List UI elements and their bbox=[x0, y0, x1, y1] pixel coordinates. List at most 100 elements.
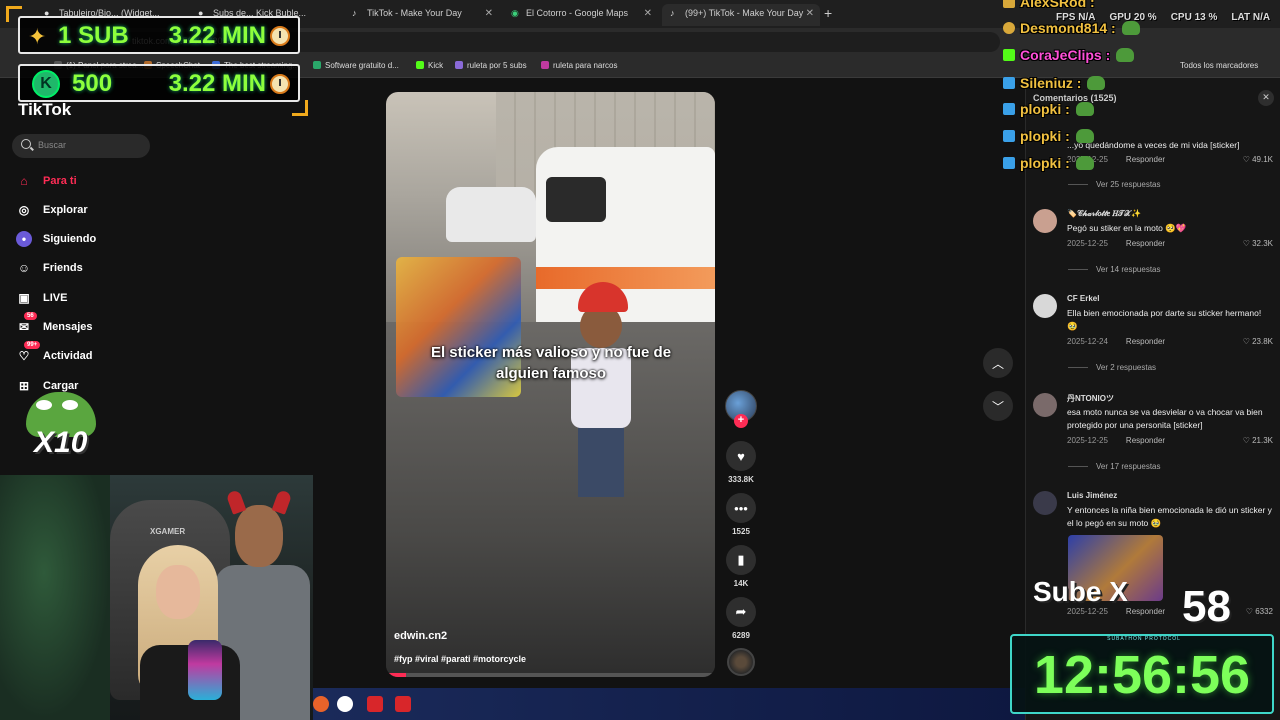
close-tab-icon[interactable]: ✕ bbox=[644, 8, 652, 19]
nav-actividad[interactable]: ♡ 99+ Actividad bbox=[16, 341, 93, 366]
video-girl bbox=[556, 282, 646, 512]
bookmark[interactable]: Software gratuito d... bbox=[313, 61, 399, 70]
taskbar-app-icon[interactable] bbox=[313, 696, 329, 712]
comment-like[interactable]: ♡ 49.1K bbox=[1243, 155, 1273, 164]
nav-explorar[interactable]: ◎ Explorar bbox=[16, 200, 88, 220]
maps-favicon-icon: ◉ bbox=[511, 8, 519, 18]
search-icon bbox=[21, 139, 31, 149]
view-replies[interactable]: Ver 14 respuestas bbox=[1068, 265, 1160, 274]
chat-message: plopki : bbox=[1003, 101, 1094, 117]
clock-icon bbox=[270, 26, 290, 46]
comment-author[interactable]: CF Erkel bbox=[1067, 294, 1099, 303]
chat-badge-icon bbox=[1003, 77, 1015, 89]
nav-siguiendo[interactable]: • Siguiendo bbox=[16, 229, 96, 249]
view-replies[interactable]: Ver 25 respuestas bbox=[1068, 180, 1160, 189]
comment-item: 丹NTONIOツ esa moto nunca se va desvielar … bbox=[1033, 393, 1273, 463]
reply-button[interactable]: Responder bbox=[1126, 337, 1165, 346]
taskbar bbox=[313, 688, 1025, 720]
reply-button[interactable]: Responder bbox=[1126, 239, 1165, 248]
comment-avatar[interactable] bbox=[1033, 209, 1057, 233]
comment-action[interactable]: ••• 1525 bbox=[724, 493, 758, 536]
overlay-corner-decoration bbox=[292, 100, 308, 116]
close-icon[interactable]: ✕ bbox=[1258, 90, 1274, 106]
browser-tab[interactable]: ◉ El Cotorro - Google Maps ✕ bbox=[503, 4, 658, 26]
bookmark-favicon-icon bbox=[455, 61, 463, 69]
reply-button[interactable]: Responder bbox=[1126, 155, 1165, 164]
bookmark[interactable]: ruleta para narcos bbox=[541, 61, 617, 70]
close-tab-icon[interactable]: ✕ bbox=[806, 8, 814, 19]
comment-avatar[interactable] bbox=[1033, 294, 1057, 318]
browser-tab[interactable]: ♪ TikTok - Make Your Day ✕ bbox=[344, 4, 499, 26]
chat-badge-icon bbox=[1003, 103, 1015, 115]
activity-icon: ♡ 99+ bbox=[16, 341, 41, 364]
browser-tab-active[interactable]: ♪ (99+) TikTok - Make Your Day ✕ bbox=[662, 4, 820, 26]
bookmark-icon: ▮ bbox=[726, 545, 756, 575]
view-replies[interactable]: Ver 2 respuestas bbox=[1068, 363, 1156, 372]
chat-badge-icon bbox=[1003, 130, 1015, 142]
nav-para-ti[interactable]: ⌂ Para ti bbox=[16, 171, 76, 191]
tiktok-favicon-icon: ♪ bbox=[670, 8, 675, 18]
chat-message: plopki : bbox=[1003, 155, 1094, 171]
video-player[interactable]: El sticker más valioso y no fue de algui… bbox=[386, 92, 715, 677]
timer-label: SUBATHON PROTOCOL bbox=[1107, 636, 1181, 642]
chat-message: CoraJeClips : bbox=[1003, 47, 1135, 63]
compass-icon: ◎ bbox=[18, 203, 30, 217]
new-tab-icon[interactable]: + bbox=[824, 5, 832, 21]
activity-badge: 99+ bbox=[24, 341, 41, 349]
comment-like[interactable]: ♡ 6332 bbox=[1246, 607, 1273, 616]
sube-value: 58 bbox=[1182, 582, 1231, 631]
share-action[interactable]: ➦ 6289 bbox=[724, 597, 758, 640]
comment-author[interactable]: 🏷️𝒞𝒽𝒶𝓇𝓁𝑜𝓉𝓉𝑒 𝐻𝒯𝒳✨ bbox=[1067, 209, 1141, 219]
comment-author[interactable]: Luis Jiménez bbox=[1067, 491, 1117, 500]
comment-like[interactable]: ♡ 21.3K bbox=[1243, 436, 1273, 445]
nav-mensajes[interactable]: ✉ 56 Mensajes bbox=[16, 312, 93, 337]
bookmark-favicon-icon bbox=[313, 61, 321, 69]
chat-message: AlexSRod : bbox=[1003, 0, 1095, 10]
nav-friends[interactable]: ☺ Friends bbox=[16, 258, 83, 278]
music-disc-icon[interactable] bbox=[727, 648, 755, 676]
bookmark-favicon-icon bbox=[541, 61, 549, 69]
previous-video-button[interactable]: ︿ bbox=[983, 348, 1013, 378]
reply-button[interactable]: Responder bbox=[1126, 607, 1165, 616]
taskbar-app-icon[interactable] bbox=[395, 696, 411, 712]
star-icon: ✦ bbox=[28, 24, 47, 49]
subathon-timer: 12:56:56 bbox=[1033, 645, 1251, 705]
comment-item: CF Erkel Ella bien emocionada por darte … bbox=[1033, 294, 1273, 364]
bookmark[interactable]: Kick bbox=[416, 61, 443, 70]
stream-screen: ● Tabuleiro/Bio... (Widget... ● Subs de...… bbox=[0, 0, 1280, 720]
taskbar-app-icon[interactable] bbox=[337, 696, 353, 712]
upload-icon: ⊞ bbox=[18, 379, 30, 393]
tiktok-logo[interactable]: TikTok bbox=[18, 100, 71, 120]
nav-live[interactable]: ▣ LIVE bbox=[16, 288, 67, 308]
video-hashtags[interactable]: #fyp #viral #parati #motorcycle bbox=[394, 654, 526, 664]
follow-plus-icon[interactable]: + bbox=[734, 414, 748, 428]
comment-like[interactable]: ♡ 23.8K bbox=[1243, 337, 1273, 346]
comment-text: Ella bien emocionada por darte su sticke… bbox=[1067, 308, 1262, 331]
bookmark[interactable]: ruleta por 5 subs bbox=[455, 61, 527, 70]
all-bookmarks[interactable]: Todos los marcadores bbox=[1180, 61, 1258, 70]
video-author[interactable]: edwin.cn2 bbox=[394, 630, 447, 642]
save-count: 14K bbox=[733, 579, 749, 588]
chat-badge-icon bbox=[1003, 49, 1015, 61]
like-count: 333.8K bbox=[728, 475, 754, 484]
next-video-button[interactable]: ﹀ bbox=[983, 391, 1013, 421]
close-tab-icon[interactable]: ✕ bbox=[485, 8, 493, 19]
save-action[interactable]: ▮ 14K bbox=[724, 545, 758, 588]
comment-avatar[interactable] bbox=[1033, 491, 1057, 515]
chevron-down-icon: ﹀ bbox=[991, 399, 1004, 414]
taskbar-app-icon[interactable] bbox=[367, 696, 383, 712]
comment-avatar[interactable] bbox=[1033, 393, 1057, 417]
share-count: 6289 bbox=[732, 631, 750, 640]
view-replies[interactable]: Ver 17 respuestas bbox=[1068, 462, 1160, 471]
chat-message: plopki : bbox=[1003, 128, 1094, 144]
comment-text: Pegó su stiker en la moto 🥺💖 bbox=[1067, 223, 1187, 233]
reply-button[interactable]: Responder bbox=[1126, 436, 1165, 445]
subathon-timer-box: SUBATHON PROTOCOL 12:56:56 bbox=[1010, 634, 1274, 714]
clock-icon bbox=[270, 74, 290, 94]
comment-author[interactable]: 丹NTONIOツ bbox=[1067, 393, 1114, 404]
video-progress-bar[interactable] bbox=[386, 673, 715, 677]
search-input[interactable]: Buscar bbox=[12, 134, 150, 158]
comment-like[interactable]: ♡ 32.3K bbox=[1243, 239, 1273, 248]
like-action[interactable]: ♥ 333.8K bbox=[724, 441, 758, 484]
video-progress-fill bbox=[386, 673, 406, 677]
